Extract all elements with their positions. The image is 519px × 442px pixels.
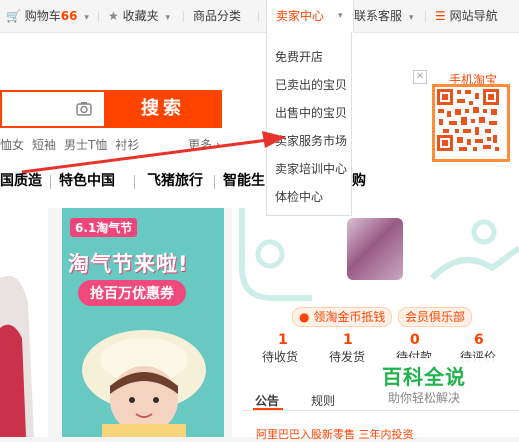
count-label[interactable]: 待发货	[329, 348, 365, 365]
seller-center-label: 卖家中心	[276, 9, 325, 23]
divider	[98, 11, 99, 22]
tab-rules[interactable]: 规则	[311, 392, 335, 409]
divider	[425, 11, 426, 22]
favorites-link[interactable]: ★ 收藏夹 ▾	[108, 0, 170, 32]
chevron-right-icon: ›	[215, 138, 221, 152]
nav-item[interactable]: 购	[352, 170, 366, 190]
nav-item[interactable]: 智能生	[223, 170, 265, 190]
divider	[242, 410, 519, 411]
categories-link[interactable]: 商品分类	[193, 0, 241, 32]
qr-code-icon	[435, 87, 501, 153]
nav-item[interactable]: 特色中国	[59, 170, 115, 190]
top-bar: 🛒 购物车66 ▾ ★ 收藏夹 ▾ 商品分类 卖家中心 ▾ 联系客服 ▾ ☰ 网…	[0, 0, 519, 33]
chevron-down-icon: ▾	[165, 13, 170, 23]
seller-center-menu[interactable]: 卖家中心 ▾	[266, 0, 354, 33]
banner-headline: 淘气节来啦!	[68, 252, 189, 276]
more-label: 更多	[188, 138, 213, 152]
tab-announcements[interactable]: 公告	[255, 392, 279, 409]
coin-badge[interactable]: ● 领淘金币抵钱	[292, 307, 393, 327]
hot-word[interactable]: 衬衫	[115, 138, 139, 152]
count-number[interactable]: 6	[474, 332, 484, 348]
cart-count: 66	[60, 9, 78, 23]
coin-icon: ●	[299, 310, 310, 324]
member-badge-label: 会员俱乐部	[405, 310, 466, 324]
promo-banner[interactable]: 6.1淘气节 淘气节来啦! 抢百万优惠券	[62, 208, 224, 437]
count-number[interactable]: 1	[343, 332, 353, 348]
left-promo[interactable]	[0, 208, 48, 437]
menu-item-service-market[interactable]: 卖家服务市场	[275, 132, 347, 149]
qr-code	[432, 84, 510, 162]
chevron-down-icon: ▾	[408, 13, 414, 23]
chevron-down-icon: ▾	[84, 13, 89, 23]
menu-item-checkup[interactable]: 体检中心	[275, 188, 323, 205]
coin-badge-label: 领淘金币抵钱	[313, 310, 386, 324]
support-label: 联系客服	[354, 9, 403, 23]
count-number[interactable]: 0	[410, 332, 420, 348]
search-button[interactable]: 搜索	[104, 90, 222, 128]
favorites-label: 收藏夹	[122, 9, 159, 23]
divider	[258, 11, 259, 22]
promo-figure	[0, 275, 34, 437]
star-icon: ★	[108, 9, 119, 23]
child-photo	[82, 330, 206, 437]
camera-icon[interactable]	[76, 102, 92, 116]
hot-word[interactable]: 男士T恤	[64, 138, 107, 152]
banner-logo: 6.1淘气节	[70, 218, 138, 237]
cart-link[interactable]: 🛒 购物车66 ▾	[6, 0, 89, 32]
site-nav-label: 网站导航	[449, 9, 498, 23]
hot-word[interactable]: 短袖	[32, 138, 56, 152]
news-headline[interactable]: 阿里巴巴入股新零售 三年内投资	[256, 426, 414, 442]
nav-item[interactable]: 飞猪旅行	[147, 170, 203, 190]
chevron-down-icon: ▾	[338, 11, 343, 21]
divider	[50, 175, 51, 189]
support-link[interactable]: 联系客服 ▾	[354, 0, 413, 32]
banner-subline: 抢百万优惠券	[78, 280, 186, 306]
cart-label: 购物车	[24, 9, 61, 23]
hot-word[interactable]: 恤女	[0, 138, 24, 152]
menu-item-open-store[interactable]: 免费开店	[275, 48, 323, 65]
more-link[interactable]: 更多 ›	[188, 136, 221, 153]
hot-words: 恤女 短袖 男士T恤 衬衫	[0, 136, 147, 153]
count-label[interactable]: 待收货	[262, 348, 298, 365]
close-icon[interactable]: ✕	[413, 70, 427, 84]
nav-item[interactable]: 国质造	[0, 170, 42, 190]
menu-icon: ☰	[435, 9, 446, 23]
divider	[214, 175, 215, 189]
site-nav-link[interactable]: ☰ 网站导航	[435, 0, 498, 32]
menu-item-training[interactable]: 卖家培训中心	[275, 160, 347, 177]
search-input[interactable]	[0, 90, 104, 128]
count-number[interactable]: 1	[278, 332, 288, 348]
menu-item-on-sale[interactable]: 出售中的宝贝	[275, 104, 347, 121]
seller-dropdown: 免费开店 已卖出的宝贝 出售中的宝贝 卖家服务市场 卖家培训中心 体检中心	[266, 32, 352, 216]
divider	[183, 11, 184, 22]
watermark-subtitle: 助你轻松解决	[388, 391, 461, 405]
divider	[134, 175, 135, 189]
menu-item-sold[interactable]: 已卖出的宝贝	[275, 76, 347, 93]
watermark-title: 百科全说	[382, 365, 466, 389]
member-badge[interactable]: 会员俱乐部	[398, 307, 473, 327]
cart-icon: 🛒	[6, 9, 21, 23]
avatar[interactable]	[347, 218, 403, 280]
categories-label: 商品分类	[193, 9, 242, 23]
